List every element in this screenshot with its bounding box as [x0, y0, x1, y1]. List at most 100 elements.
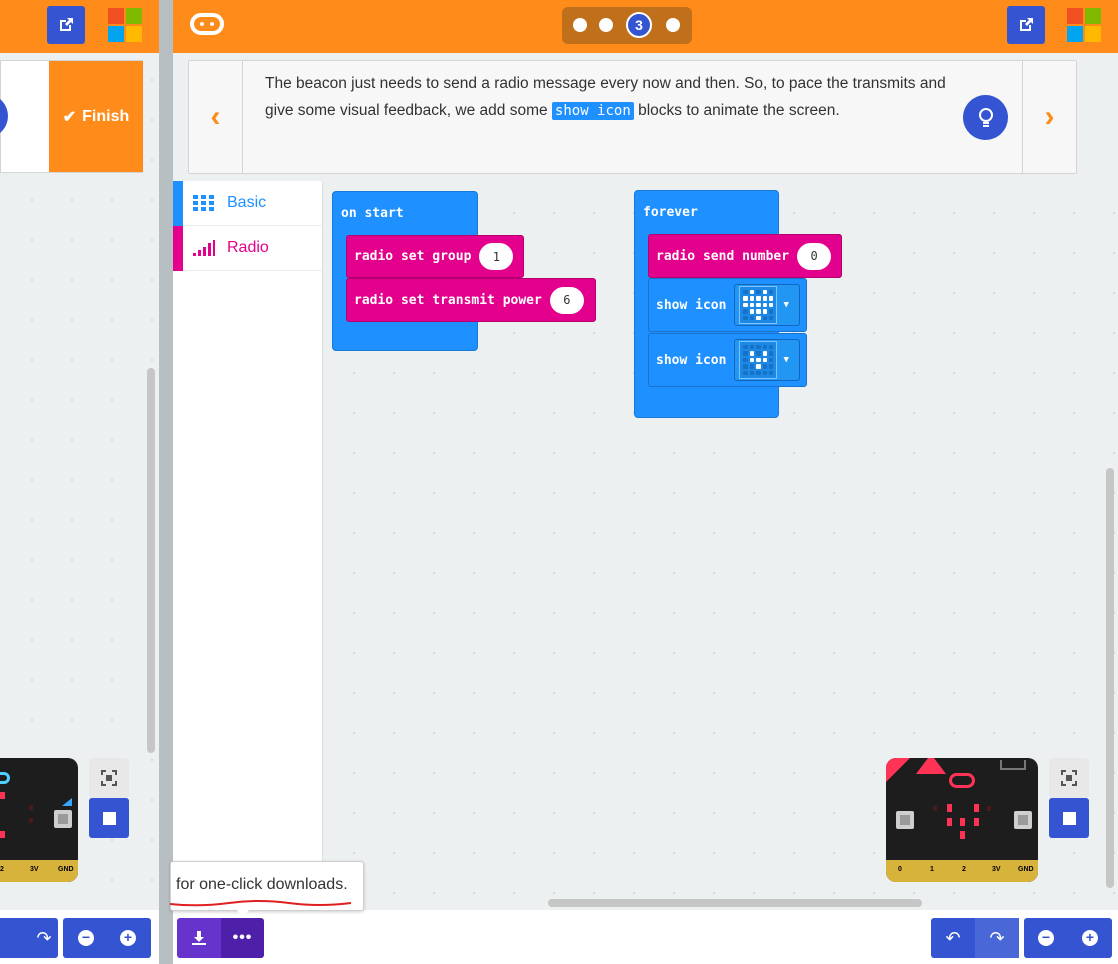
toolbox-category-basic[interactable]: Basic — [173, 181, 322, 226]
fullscreen-button[interactable] — [1049, 758, 1089, 798]
corner-decoration — [886, 758, 910, 782]
radio-set-transmit-power-block[interactable]: radio set transmit power 6 — [346, 278, 596, 322]
download-button[interactable] — [177, 918, 221, 958]
open-in-new-window-button[interactable] — [1007, 6, 1045, 44]
zoom-out-button[interactable]: − — [1038, 930, 1054, 946]
fullscreen-icon — [101, 770, 117, 786]
show-icon-code-chip[interactable]: show icon — [551, 102, 634, 120]
on-start-header: on start — [341, 206, 404, 221]
pin-label: 3V — [992, 866, 1001, 873]
transmit-power-value-field[interactable]: 6 — [549, 286, 584, 314]
led — [0, 792, 5, 799]
zoom-in-icon[interactable]: + — [120, 930, 136, 946]
category-color-marker — [173, 181, 183, 226]
led — [0, 831, 5, 838]
open-in-new-window-button[interactable] — [47, 6, 85, 44]
show-icon-block-1[interactable]: show icon ▼ — [648, 278, 807, 332]
heart-icon — [739, 286, 778, 324]
antenna-icon — [1000, 760, 1026, 770]
left-editor-pane: ✔ Finish 2 3V GND ↷ − + — [0, 0, 159, 964]
pin-strip: 0 1 2 3V GND — [886, 860, 1038, 882]
category-color-marker — [173, 226, 183, 271]
next-step-button[interactable]: › — [1022, 61, 1076, 173]
chevron-left-icon: ‹ — [210, 100, 221, 133]
redo-icon: ↷ — [989, 927, 1005, 948]
left-microbit-simulator[interactable]: 2 3V GND — [0, 758, 78, 882]
undo-redo-group: ↷ — [0, 918, 58, 958]
finish-label: Finish — [82, 107, 130, 125]
redo-button[interactable]: ↷ — [975, 918, 1019, 958]
finish-button[interactable]: ✔ Finish — [49, 61, 143, 172]
hint-button[interactable] — [963, 95, 1008, 140]
zoom-out-icon: − — [1041, 929, 1051, 945]
tutorial-instruction-text: The beacon just needs to send a radio me… — [265, 70, 955, 125]
step-dot-current[interactable]: 3 — [626, 12, 652, 38]
radio-send-number-block[interactable]: radio send number 0 — [648, 234, 842, 278]
stop-simulator-button[interactable] — [89, 798, 129, 838]
icon-picker-dropdown[interactable]: ▼ — [734, 284, 801, 326]
chevron-down-icon: ▼ — [783, 355, 789, 365]
fullscreen-button[interactable] — [89, 758, 129, 798]
block-label: show icon — [656, 297, 727, 313]
button-b[interactable] — [54, 810, 72, 828]
icon-picker-dropdown[interactable]: ▼ — [734, 339, 801, 381]
group-value-field[interactable]: 1 — [479, 243, 514, 270]
bottom-bar: ••• ↶ ↷ − + — [173, 910, 1118, 964]
zoom-in-button[interactable]: + — [1082, 930, 1098, 946]
led — [960, 818, 965, 826]
zoom-in-icon: + — [1085, 929, 1095, 945]
led — [947, 818, 952, 826]
external-link-icon — [60, 18, 73, 31]
pin-label: 2 — [0, 866, 4, 873]
send-number-value-field[interactable]: 0 — [797, 242, 832, 270]
check-icon: ✔ — [62, 108, 77, 126]
more-download-options-button[interactable]: ••• — [221, 918, 264, 958]
step-dot-2[interactable] — [599, 18, 613, 32]
zoom-group: − + — [63, 918, 151, 958]
pin-label: 1 — [930, 866, 934, 873]
toolbox-category-radio[interactable]: Radio — [173, 226, 322, 271]
external-link-icon — [1020, 18, 1033, 31]
instruction-text-end: blocks to animate the screen. — [633, 102, 840, 119]
workspace-vertical-scrollbar[interactable] — [1106, 468, 1114, 888]
download-icon — [192, 931, 206, 945]
pin-label: GND — [58, 866, 74, 873]
previous-step-button[interactable]: ‹ — [189, 61, 243, 173]
zoom-group: − + — [1024, 918, 1112, 958]
redo-icon[interactable]: ↷ — [36, 928, 51, 949]
button-b[interactable] — [1014, 811, 1032, 829]
stop-simulator-button[interactable] — [1049, 798, 1089, 838]
microbit-simulator[interactable]: 0 1 2 3V GND — [886, 758, 1038, 882]
microbit-logo-icon — [0, 772, 10, 784]
tutorial-step-indicator: 3 — [562, 7, 692, 44]
step-dot-4[interactable] — [666, 18, 680, 32]
step-dot-1[interactable] — [573, 18, 587, 32]
block-toolbox: Basic Radio — [173, 181, 323, 910]
show-icon-block-2[interactable]: show icon ▼ — [648, 333, 807, 387]
more-icon: ••• — [232, 929, 253, 946]
pin-label: 3V — [30, 866, 39, 873]
forever-header: forever — [643, 205, 698, 220]
stop-icon — [1062, 811, 1076, 825]
antenna-icon — [62, 798, 72, 806]
left-top-bar — [0, 0, 159, 53]
pin-label: GND — [1018, 866, 1034, 873]
workspace-horizontal-scrollbar[interactable] — [548, 899, 922, 907]
block-label: radio send number — [656, 248, 790, 264]
led — [29, 805, 33, 810]
pin-label: 2 — [962, 866, 966, 873]
red-underline-annotation — [169, 900, 352, 907]
microbit-logo-icon[interactable] — [190, 13, 224, 35]
radio-set-group-block[interactable]: radio set group 1 — [346, 235, 524, 278]
block-label: show icon — [656, 352, 727, 368]
download-tooltip: for one-click downloads. — [169, 861, 364, 918]
undo-button[interactable]: ↶ — [931, 918, 975, 958]
small-heart-icon — [739, 341, 778, 379]
microsoft-logo-icon — [108, 8, 142, 42]
left-vertical-scrollbar[interactable] — [147, 368, 155, 753]
led — [29, 818, 33, 823]
pane-divider[interactable] — [159, 0, 173, 964]
zoom-out-icon[interactable]: − — [78, 930, 94, 946]
chevron-right-icon: › — [1044, 100, 1055, 133]
button-a[interactable] — [896, 811, 914, 829]
